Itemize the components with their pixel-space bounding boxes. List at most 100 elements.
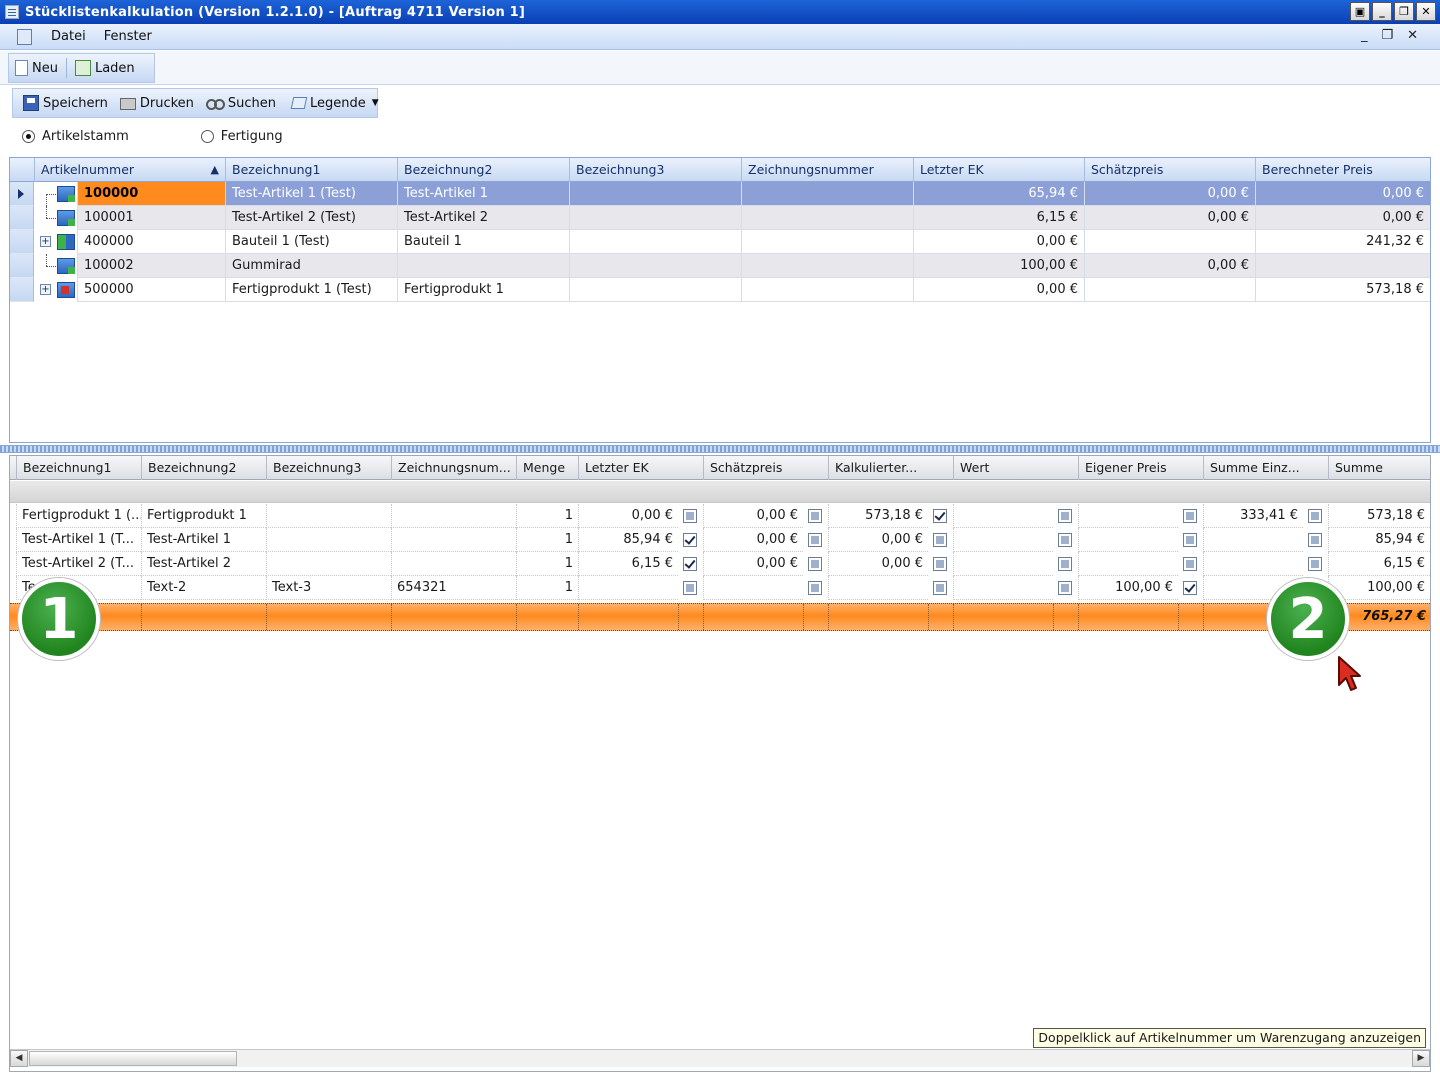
cell-letzter-ek[interactable]: 65,94 € — [913, 182, 1084, 206]
checkbox-kalkulierter[interactable] — [933, 533, 947, 547]
cell-bezeichnung3[interactable]: Text-3 — [266, 576, 391, 600]
search-button[interactable]: Suchen — [200, 89, 282, 117]
cell-menge[interactable]: 1 — [516, 552, 578, 576]
cell-berechneter-preis[interactable]: 241,32 € — [1255, 230, 1430, 254]
column-header-eigener-preis[interactable]: Eigener Preis — [1078, 456, 1203, 480]
cell-bezeichnung1[interactable]: Test-Artikel 2 (Test) — [225, 206, 397, 230]
cell-eigener-preis[interactable]: 100,00 € — [1078, 576, 1178, 600]
cell-bezeichnung2[interactable]: Fertigprodukt 1 — [397, 278, 569, 302]
row-indicator[interactable] — [10, 254, 34, 278]
checkbox-schaetzpreis[interactable] — [808, 557, 822, 571]
column-header-artikelnummer[interactable]: Artikelnummer ▲ — [34, 158, 225, 182]
cell-bezeichnung1[interactable]: Gummirad — [225, 254, 397, 278]
cell-schaetzpreis[interactable]: 0,00 € — [703, 504, 803, 528]
column-header-bezeichnung3[interactable]: Bezeichnung3 — [266, 456, 391, 480]
row-indicator[interactable] — [10, 182, 34, 206]
checkbox-kalkulierter[interactable] — [933, 581, 947, 595]
save-button[interactable]: Speichern — [17, 89, 114, 117]
checkbox-letzter-ek[interactable] — [683, 533, 697, 547]
column-header-bezeichnung1[interactable]: Bezeichnung1 — [225, 158, 397, 182]
cell-bezeichnung2[interactable]: Test-Artikel 1 — [141, 528, 266, 552]
cell-zeichnungsnummer[interactable] — [391, 552, 516, 576]
menu-datei[interactable]: Datei — [42, 29, 95, 44]
new-button[interactable]: Neu — [9, 54, 64, 82]
cell-summe[interactable]: 6,15 € — [1328, 552, 1430, 576]
column-header-bezeichnung3[interactable]: Bezeichnung3 — [569, 158, 741, 182]
checkbox-schaetzpreis[interactable] — [808, 509, 822, 523]
cell-bezeichnung1[interactable]: Bauteil 1 (Test) — [225, 230, 397, 254]
cell-bezeichnung1[interactable]: Test-Artikel 2 (T... — [16, 552, 141, 576]
checkbox-kalkulierter[interactable] — [933, 557, 947, 571]
mdi-minimize-button[interactable]: _ — [1361, 28, 1368, 43]
cell-artikelnummer[interactable]: 500000 — [77, 278, 225, 302]
column-header-schaetzpreis[interactable]: Schätzpreis — [1084, 158, 1255, 182]
cell-zeichnungsnummer[interactable] — [741, 278, 913, 302]
table-row[interactable]: Test-Artikel 1 (T... Test-Artikel 1 1 85… — [10, 528, 1430, 552]
cell-schaetzpreis[interactable] — [1084, 278, 1255, 302]
cell-kalkulierter[interactable]: 0,00 € — [828, 552, 928, 576]
expand-icon[interactable]: + — [40, 236, 51, 247]
checkbox-wert[interactable] — [1058, 581, 1072, 595]
row-indicator[interactable] — [10, 278, 34, 302]
table-row[interactable]: Test-Artikel 2 (T... Test-Artikel 2 1 6,… — [10, 552, 1430, 576]
cell-wert[interactable] — [953, 552, 1053, 576]
column-header-letzter-ek[interactable]: Letzter EK — [913, 158, 1084, 182]
checkbox-wert[interactable] — [1058, 533, 1072, 547]
cell-summe[interactable]: 85,94 € — [1328, 528, 1430, 552]
column-header-zeichnungsnummer[interactable]: Zeichnungsnum... — [391, 456, 516, 480]
cell-bezeichnung1[interactable]: Fertigprodukt 1 (Test) — [225, 278, 397, 302]
cell-bezeichnung2[interactable]: Test-Artikel 2 — [397, 206, 569, 230]
cell-schaetzpreis[interactable] — [703, 576, 803, 600]
cell-zeichnungsnummer[interactable] — [741, 182, 913, 206]
menu-fenster[interactable]: Fenster — [95, 29, 161, 44]
checkbox-summe-einzel[interactable] — [1308, 533, 1322, 547]
cell-wert[interactable] — [953, 504, 1053, 528]
cell-summe[interactable]: 573,18 € — [1328, 504, 1430, 528]
column-header-wert[interactable]: Wert — [953, 456, 1078, 480]
cell-letzter-ek[interactable] — [578, 576, 678, 600]
cell-schaetzpreis[interactable]: 0,00 € — [1084, 182, 1255, 206]
table-row[interactable]: 100000 Test-Artikel 1 (Test) Test-Artike… — [10, 182, 1430, 206]
radio-artikelstamm[interactable]: Artikelstamm — [22, 129, 129, 144]
print-button[interactable]: Drucken — [114, 89, 200, 117]
cell-wert[interactable] — [953, 528, 1053, 552]
cell-berechneter-preis[interactable] — [1255, 254, 1430, 278]
cell-artikelnummer[interactable]: 100000 — [77, 182, 225, 206]
cell-bezeichnung1[interactable]: Fertigprodukt 1 (... — [16, 504, 141, 528]
cell-artikelnummer[interactable]: 400000 — [77, 230, 225, 254]
cell-schaetzpreis[interactable]: 0,00 € — [703, 552, 803, 576]
scroll-right-icon[interactable]: ▶ — [1412, 1050, 1430, 1067]
cell-bezeichnung2[interactable] — [397, 254, 569, 278]
cell-bezeichnung3[interactable] — [266, 528, 391, 552]
cell-letzter-ek[interactable]: 0,00 € — [578, 504, 678, 528]
checkbox-summe-einzel[interactable] — [1308, 557, 1322, 571]
mdi-close-button[interactable]: ✕ — [1407, 28, 1418, 43]
cell-zeichnungsnummer[interactable] — [391, 504, 516, 528]
cell-letzter-ek[interactable]: 6,15 € — [913, 206, 1084, 230]
checkbox-wert[interactable] — [1058, 557, 1072, 571]
close-button[interactable]: ✕ — [1416, 2, 1436, 21]
checkbox-schaetzpreis[interactable] — [808, 533, 822, 547]
cell-bezeichnung2[interactable]: Bauteil 1 — [397, 230, 569, 254]
cell-menge[interactable]: 1 — [516, 504, 578, 528]
checkbox-letzter-ek[interactable] — [683, 581, 697, 595]
column-header-letzter-ek[interactable]: Letzter EK — [578, 456, 703, 480]
cell-letzter-ek[interactable]: 6,15 € — [578, 552, 678, 576]
cell-menge[interactable]: 1 — [516, 576, 578, 600]
row-indicator[interactable] — [10, 230, 34, 254]
cell-eigener-preis[interactable] — [1078, 552, 1178, 576]
checkbox-letzter-ek[interactable] — [683, 509, 697, 523]
cell-zeichnungsnummer[interactable] — [391, 528, 516, 552]
cell-bezeichnung3[interactable] — [569, 230, 741, 254]
column-header-schaetzpreis[interactable]: Schätzpreis — [703, 456, 828, 480]
checkbox-kalkulierter[interactable] — [933, 509, 947, 523]
cell-zeichnungsnummer[interactable] — [741, 254, 913, 278]
cell-zeichnungsnummer[interactable] — [741, 230, 913, 254]
cell-kalkulierter[interactable]: 0,00 € — [828, 528, 928, 552]
checkbox-eigener-preis[interactable] — [1183, 533, 1197, 547]
cell-schaetzpreis[interactable]: 0,00 € — [1084, 254, 1255, 278]
cell-summe-einzel[interactable] — [1203, 552, 1303, 576]
column-header-zeichnungsnummer[interactable]: Zeichnungsnummer — [741, 158, 913, 182]
cell-bezeichnung3[interactable] — [569, 254, 741, 278]
cell-kalkulierter[interactable] — [828, 576, 928, 600]
